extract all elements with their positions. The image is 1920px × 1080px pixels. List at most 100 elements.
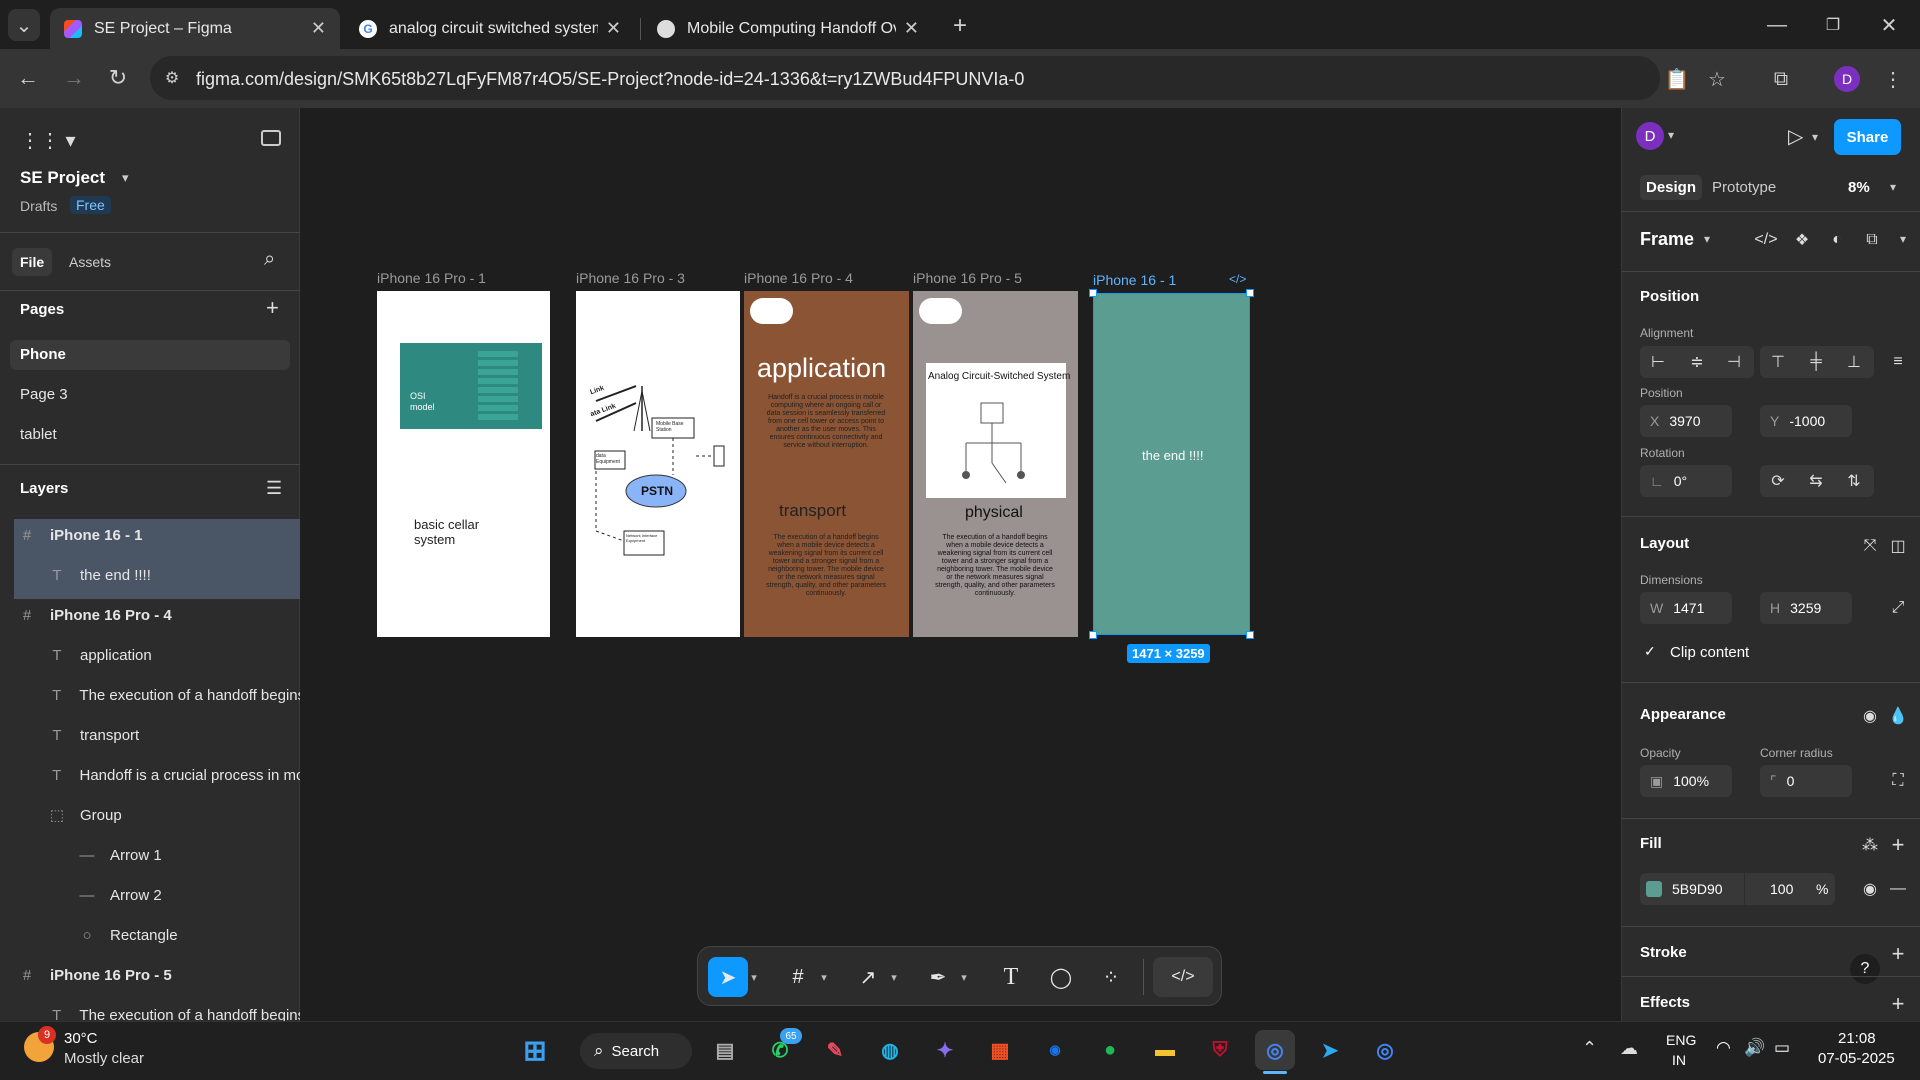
flip-horizontal-icon[interactable]: ⇆ (1802, 467, 1830, 495)
extensions-icon[interactable]: ⧉ (1766, 64, 1796, 94)
volume-icon[interactable]: 🔊 (1744, 1038, 1765, 1058)
mask-icon[interactable]: ◐ (1823, 226, 1851, 254)
width-field[interactable]: W 1471 (1640, 592, 1732, 624)
mcafee-icon[interactable]: ⛨ (1200, 1030, 1240, 1070)
tab-google-analog[interactable]: G analog circuit switched system ✕ (345, 8, 635, 49)
y-position-field[interactable]: Y -1000 (1760, 405, 1852, 437)
boolean-icon[interactable]: ⧉ (1858, 226, 1886, 254)
close-icon[interactable]: ✕ (311, 18, 326, 39)
close-icon[interactable]: ✕ (904, 18, 919, 39)
telegram-icon[interactable]: ➤ (1310, 1030, 1350, 1070)
styles-grid-icon[interactable]: ⁂ (1856, 831, 1884, 859)
blend-drop-icon[interactable]: 💧 (1884, 702, 1912, 730)
chevron-down-icon[interactable]: ▾ (1812, 130, 1818, 144)
new-tab-plus-icon[interactable]: + (946, 12, 974, 40)
layer-the-end[interactable]: Tthe end !!!! (14, 559, 300, 591)
fill-color-field[interactable]: 5B9D90 100 % (1640, 873, 1835, 905)
clip-content-check-icon[interactable]: ✓ (1644, 643, 1656, 660)
chevron-down-icon[interactable]: ▾ (746, 957, 762, 997)
close-icon[interactable]: ✕ (606, 18, 621, 39)
close-window-icon[interactable]: ✕ (1874, 10, 1904, 40)
clock-date[interactable]: 07-05-2025 (1818, 1050, 1895, 1067)
weather-desc[interactable]: Mostly clear (64, 1050, 144, 1067)
layer-group[interactable]: ⬚ Group (14, 799, 300, 831)
layout-grid-icon[interactable]: ◫ (1884, 532, 1912, 560)
chevron-down-icon[interactable]: ▾ (1900, 232, 1906, 246)
arrow-tool-icon[interactable]: ↗ (848, 957, 888, 997)
chevron-down-icon[interactable]: ▾ (1704, 232, 1710, 246)
layer-application[interactable]: Tapplication (14, 639, 300, 671)
site-info-icon[interactable]: ⚙ (160, 66, 184, 90)
frame-iphone16pro-1[interactable]: OSI model basic cellar system (377, 291, 550, 637)
onedrive-cloud-icon[interactable]: ☁ (1620, 1038, 1638, 1059)
tab-list-chevron-icon[interactable]: ⌄ (8, 9, 40, 41)
frame-label[interactable]: iPhone 16 Pro - 5 (913, 270, 1022, 286)
tab-prototype[interactable]: Prototype (1712, 179, 1776, 196)
more-menu-icon[interactable]: ⋮ (1880, 64, 1906, 94)
resize-handle[interactable] (1089, 289, 1097, 297)
align-middle-icon[interactable]: ╪ (1802, 348, 1830, 376)
x-position-field[interactable]: X 3970 (1640, 405, 1732, 437)
fill-visibility-eye-icon[interactable]: ◉ (1856, 875, 1884, 903)
pen-tool-icon[interactable]: ✒ (918, 957, 958, 997)
resize-handle[interactable] (1246, 289, 1254, 297)
layer-handoff-text[interactable]: T Handoff is a crucial process in mo (14, 759, 300, 791)
clock-time[interactable]: 21:08 (1838, 1030, 1876, 1047)
align-bottom-icon[interactable]: ⊥ (1840, 348, 1868, 376)
frame-iphone16pro-4[interactable]: application Handoff is a crucial process… (744, 291, 909, 637)
drafts-label[interactable]: Drafts (20, 198, 57, 214)
help-button[interactable]: ? (1850, 954, 1880, 984)
remove-fill-minus-icon[interactable]: — (1884, 875, 1912, 903)
url-text[interactable]: figma.com/design/SMK65t8b27LqFyFM87r4O5/… (196, 69, 1024, 90)
minimize-icon[interactable]: — (1762, 10, 1792, 40)
layer-rectangle[interactable]: ○ Rectangle (14, 919, 300, 951)
fill-swatch[interactable] (1646, 881, 1662, 897)
add-effect-plus-icon[interactable]: + (1884, 990, 1912, 1018)
wifi-icon[interactable]: ◠ (1716, 1038, 1731, 1058)
lang-line2[interactable]: IN (1672, 1052, 1686, 1068)
add-page-plus-icon[interactable]: + (266, 295, 279, 321)
move-tool-icon[interactable]: ➤ (708, 957, 748, 997)
restore-icon[interactable]: ❐ (1818, 10, 1848, 40)
actions-tool-icon[interactable]: ⁘ (1091, 957, 1131, 997)
project-name[interactable]: SE Project (20, 168, 105, 188)
rotate-90-icon[interactable]: ⟳ (1764, 467, 1792, 495)
frame-iphone16-1[interactable]: the end !!!! (1093, 293, 1250, 635)
frame-label[interactable]: iPhone 16 Pro - 4 (744, 270, 853, 286)
resize-handle[interactable] (1246, 631, 1254, 639)
dell-icon[interactable]: ◉ (1035, 1030, 1075, 1070)
independent-corners-icon[interactable]: ⛶ (1884, 767, 1912, 795)
chevron-down-icon[interactable]: ▾ (886, 957, 902, 997)
auto-layout-icon[interactable]: ⤧ (1856, 532, 1884, 560)
file-explorer-icon[interactable]: ▬ (1145, 1030, 1185, 1070)
tab-design[interactable]: Design (1640, 175, 1703, 200)
layer-iphone16pro-4[interactable]: # iPhone 16 Pro - 4 (14, 599, 300, 631)
microsoft-store-icon[interactable]: ▦ (980, 1030, 1020, 1070)
lang-line1[interactable]: ENG (1666, 1032, 1696, 1048)
battery-icon[interactable]: ▭ (1774, 1038, 1790, 1058)
spotify-icon[interactable]: ● (1090, 1030, 1130, 1070)
chevron-down-icon[interactable]: ▾ (122, 170, 129, 186)
share-button[interactable]: Share (1834, 119, 1901, 155)
layer-execution-text[interactable]: T The execution of a handoff begins (14, 679, 300, 711)
comment-tool-icon[interactable]: ◯ (1041, 957, 1081, 997)
reload-icon[interactable]: ↻ (102, 64, 134, 92)
figma-menu-icon[interactable]: ⋮⋮ ▾ (20, 128, 76, 153)
back-icon[interactable]: ← (12, 64, 44, 92)
tab-assets[interactable]: Assets (69, 254, 111, 270)
add-stroke-plus-icon[interactable]: + (1884, 940, 1912, 968)
distribute-icon[interactable]: ≡ (1884, 348, 1912, 376)
panel-toggle-icon[interactable] (261, 130, 281, 146)
flip-vertical-icon[interactable]: ⇅ (1840, 467, 1868, 495)
chevron-down-icon[interactable]: ▾ (1890, 180, 1896, 194)
code-icon[interactable]: </> (1752, 226, 1780, 254)
stylus-app-icon[interactable]: ✎ (815, 1030, 855, 1070)
search-icon[interactable]: ⌕ (264, 248, 275, 271)
chevron-down-icon[interactable]: ▾ (816, 957, 832, 997)
layer-arrow-1[interactable]: — Arrow 1 (14, 839, 300, 871)
present-play-icon[interactable]: ▷ (1788, 124, 1803, 149)
corner-radius-field[interactable]: ⌜ 0 (1760, 765, 1852, 797)
edge-icon[interactable]: ◍ (870, 1030, 910, 1070)
page-item-page3[interactable]: Page 3 (20, 386, 68, 403)
page-item-tablet[interactable]: tablet (20, 426, 57, 443)
